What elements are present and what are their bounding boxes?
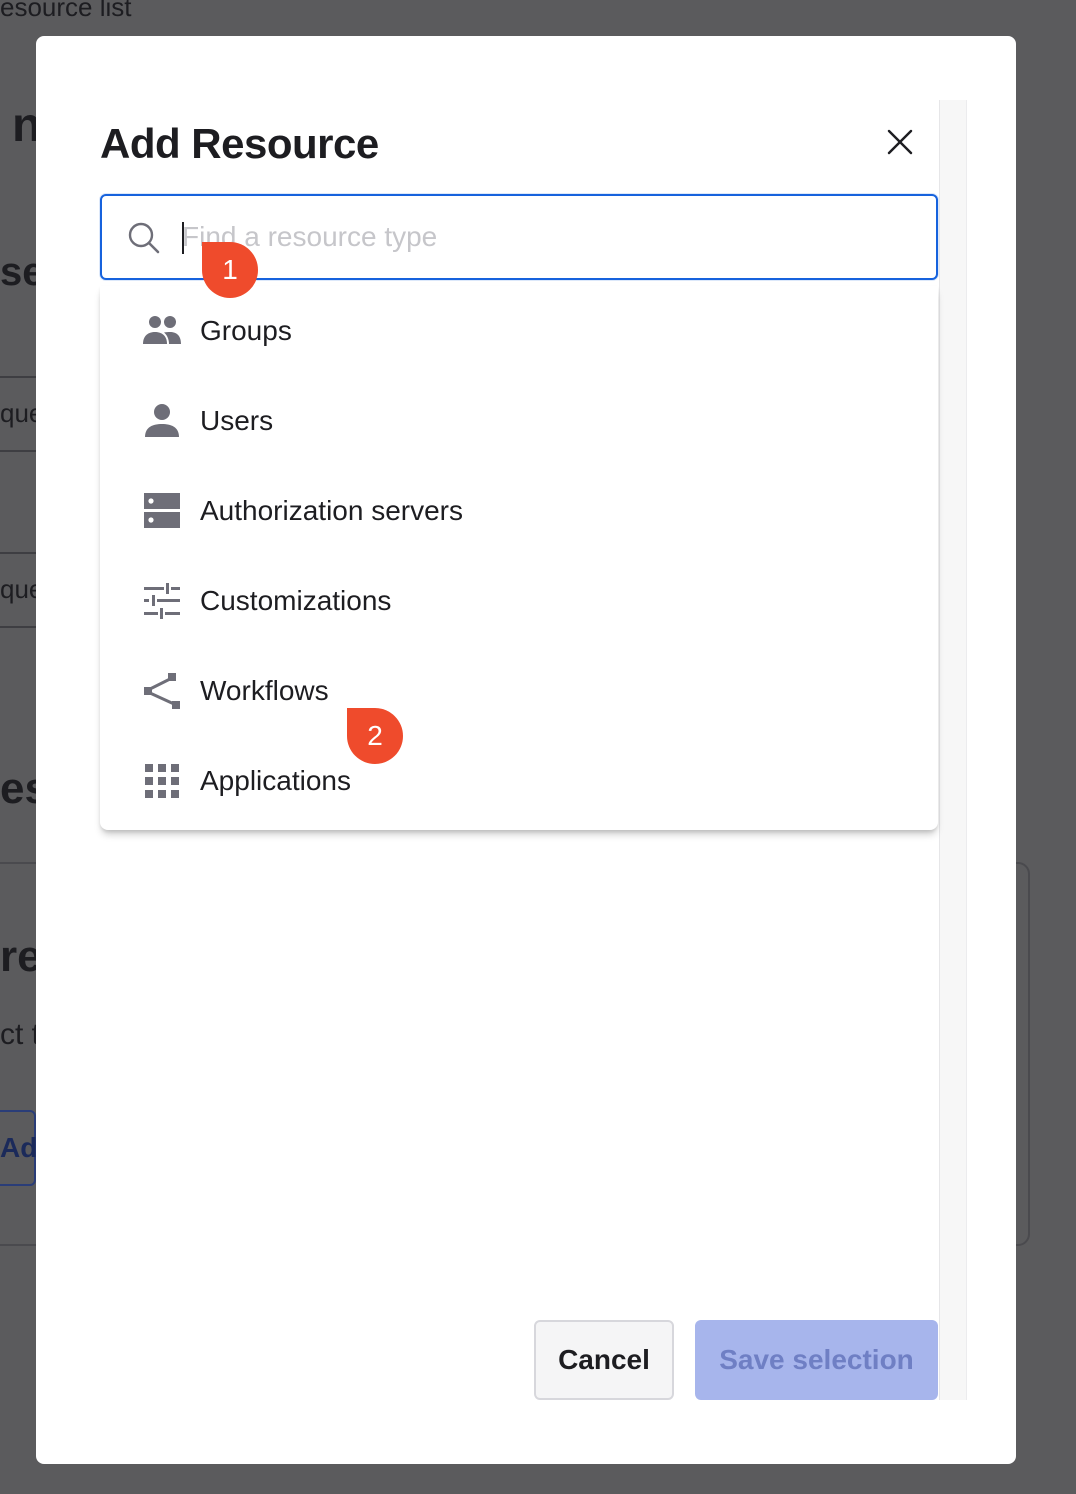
groups-icon (142, 313, 182, 349)
server-icon (142, 493, 182, 529)
bg-text-resource-list: esource list (0, 0, 132, 22)
option-label: Workflows (200, 675, 329, 706)
cancel-button[interactable]: Cancel (534, 1320, 674, 1400)
option-customizations[interactable]: Customizations (100, 556, 938, 646)
option-label: Groups (200, 315, 292, 346)
marker-number: 2 (367, 720, 383, 751)
marker-number: 1 (222, 254, 238, 285)
apps-grid-icon (142, 763, 182, 799)
option-groups[interactable]: Groups (100, 286, 938, 376)
option-applications[interactable]: Applications (100, 736, 938, 826)
modal-scrollbar[interactable] (939, 100, 967, 1400)
option-label: Applications (200, 765, 351, 796)
bg-divider (0, 552, 36, 554)
bg-divider (0, 376, 36, 378)
add-resource-modal: Add Resource Groups (36, 36, 1016, 1464)
option-label: Authorization servers (200, 495, 464, 526)
option-label: Customizations (200, 585, 392, 616)
bg-text-card-desc: ct t (0, 1018, 41, 1051)
workflow-icon (142, 673, 182, 709)
option-users[interactable]: Users (100, 376, 938, 466)
text-caret (182, 222, 184, 254)
modal-title: Add Resource (100, 120, 379, 167)
sliders-icon (142, 583, 182, 619)
option-workflows[interactable]: Workflows (100, 646, 938, 736)
save-selection-button[interactable]: Save selection (695, 1320, 938, 1400)
annotation-marker-2: 2 (347, 708, 403, 764)
resource-type-dropdown: Groups Users Authorization servers Custo… (100, 286, 938, 830)
user-icon (142, 403, 182, 439)
option-label: Users (200, 405, 274, 436)
search-input[interactable] (182, 214, 882, 260)
option-authorization-servers[interactable]: Authorization servers (100, 466, 938, 556)
bg-divider (0, 450, 36, 452)
close-button[interactable] (882, 124, 918, 160)
bg-divider (0, 626, 36, 628)
search-icon (128, 222, 160, 254)
annotation-marker-1: 1 (202, 242, 258, 298)
close-icon (887, 129, 913, 155)
